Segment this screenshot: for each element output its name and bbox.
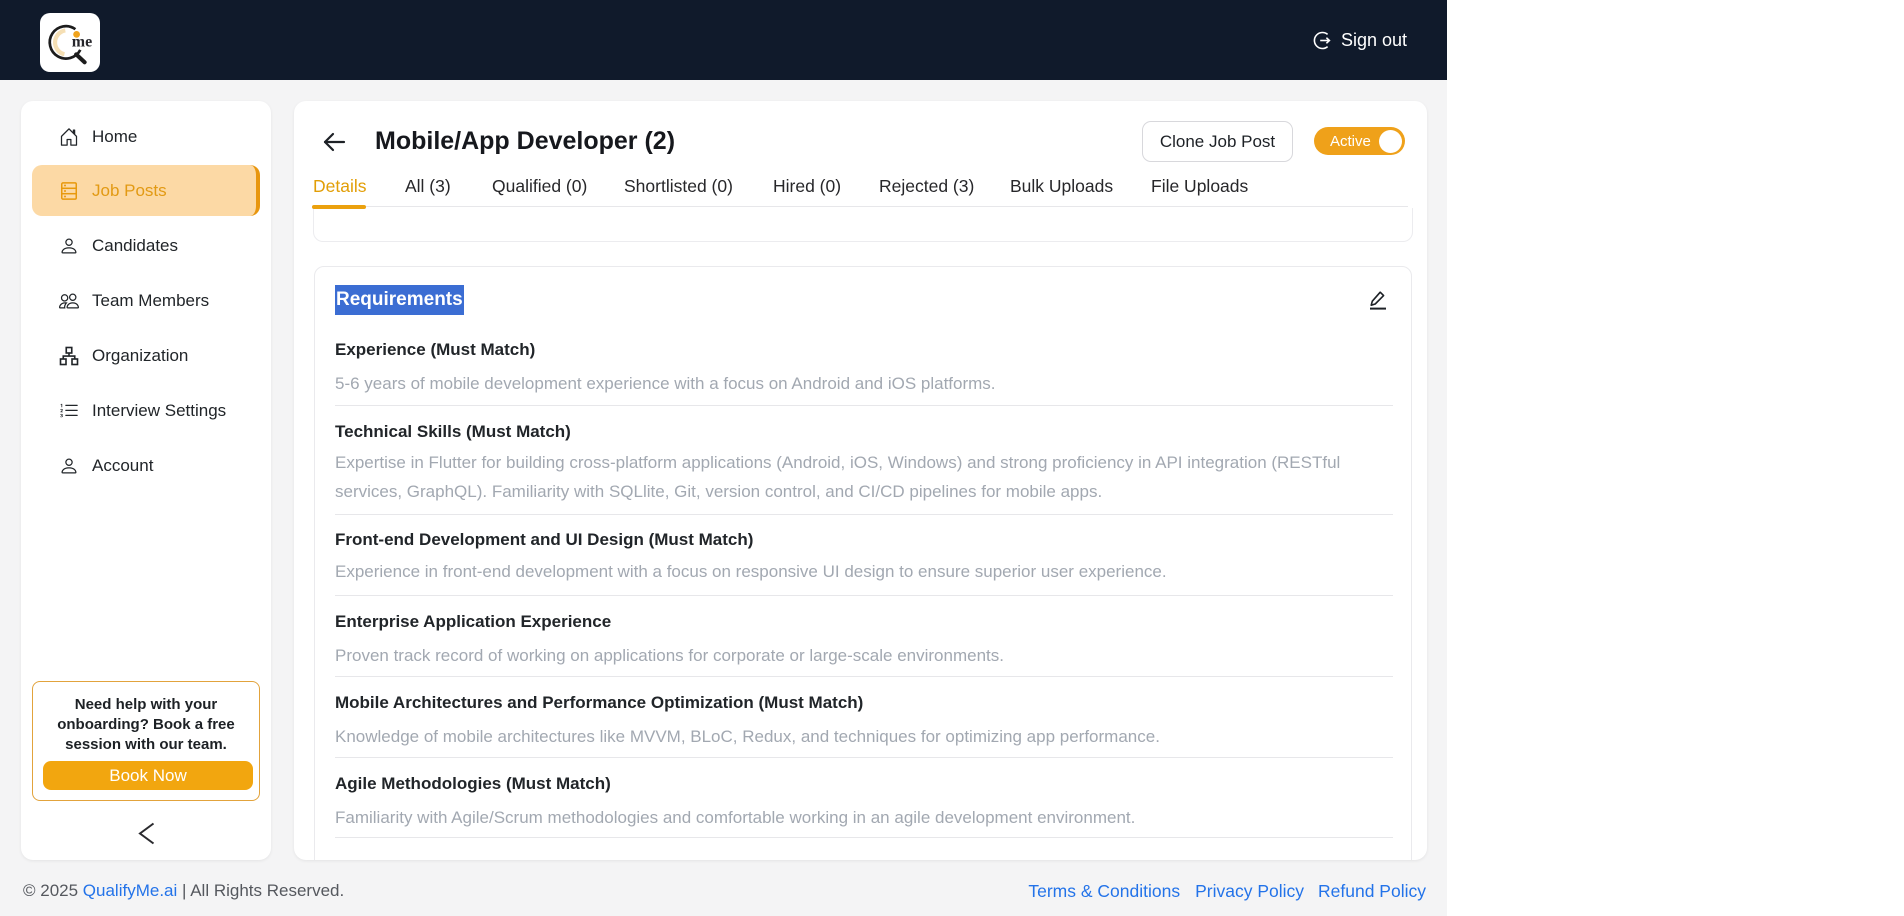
svg-text:me: me bbox=[72, 34, 92, 51]
